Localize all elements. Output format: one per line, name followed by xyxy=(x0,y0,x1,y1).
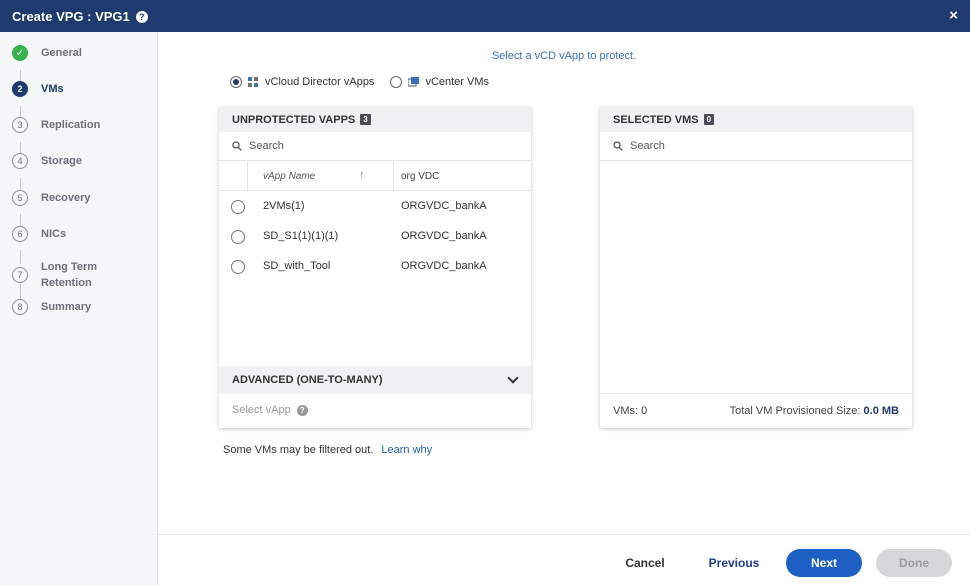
column-header-vapp-name[interactable]: vApp Name xyxy=(263,171,315,182)
sort-ascending-icon[interactable]: ↑ xyxy=(359,169,365,181)
count-badge: 3 xyxy=(360,114,371,125)
step-label: Replication xyxy=(41,119,101,131)
previous-button[interactable]: Previous xyxy=(698,549,770,577)
title-bar: Create VPG : VPG1? × xyxy=(0,0,970,32)
step-label: Summary xyxy=(41,301,92,313)
vapp-icon xyxy=(248,76,258,87)
source-type-radio-group: vCloud Director vApps vCenter VMs xyxy=(230,76,505,88)
filter-note-text: Some VMs may be filtered out. xyxy=(223,444,374,456)
vapp-name-cell: SD_S1(1)(1)(1) xyxy=(263,230,339,242)
step-nics[interactable]: 6 NICs xyxy=(12,224,66,244)
cancel-button[interactable]: Cancel xyxy=(610,549,680,577)
radio-button[interactable] xyxy=(230,76,242,88)
step-replication[interactable]: 3 Replication xyxy=(12,115,100,135)
step-general[interactable]: ✓ General xyxy=(12,43,82,63)
step-recovery[interactable]: 5 Recovery xyxy=(12,188,91,208)
close-icon[interactable]: × xyxy=(949,7,958,24)
step-number: 7 xyxy=(12,267,28,283)
radio-button[interactable] xyxy=(390,76,403,88)
next-button[interactable]: Next xyxy=(786,549,862,577)
panel-header: SELECTED VMS 0 xyxy=(600,107,912,132)
step-number: 6 xyxy=(12,226,28,242)
step-summary[interactable]: 8 Summary xyxy=(12,297,91,317)
instruction-text: Select a vCD vApp to protect. xyxy=(491,50,637,62)
step-number: 5 xyxy=(12,190,28,206)
column-header-org-vdc[interactable]: org VDC xyxy=(401,171,439,182)
help-icon[interactable]: ? xyxy=(296,404,308,416)
provisioned-size-label: Total VM Provisioned Size: xyxy=(729,404,861,417)
table-header: vApp Name ↑ org VDC xyxy=(219,161,531,191)
radio-vcloud-vapps[interactable]: vCloud Director vApps xyxy=(230,76,374,88)
column-divider xyxy=(393,161,394,190)
table-row[interactable]: SD_S1(1)(1)(1) ORGVDC_bankA xyxy=(219,221,531,251)
step-vms[interactable]: 2 VMs xyxy=(12,79,64,99)
vapp-name-cell: 2VMs(1) xyxy=(263,200,305,212)
selected-vms-summary: VMs: 0 Total VM Provisioned Size: 0.0 MB xyxy=(600,393,912,427)
column-divider xyxy=(247,161,248,190)
selected-vms-panel: SELECTED VMS 0 Search VMs: 0 Total VM Pr… xyxy=(600,107,912,428)
dialog-title: Create VPG : VPG1? xyxy=(12,9,148,24)
search-icon xyxy=(613,141,623,151)
row-radio[interactable] xyxy=(231,260,245,274)
step-label: NICs xyxy=(41,228,67,240)
search-placeholder: Search xyxy=(249,140,284,152)
step-label-line1: Long Term xyxy=(41,261,98,273)
step-storage[interactable]: 4 Storage xyxy=(12,151,82,171)
step-label: Recovery xyxy=(41,192,91,204)
row-radio[interactable] xyxy=(231,200,245,214)
learn-why-link[interactable]: Learn why xyxy=(381,444,432,456)
search-icon xyxy=(232,141,242,151)
org-vdc-cell: ORGVDC_bankA xyxy=(401,260,487,272)
dialog-title-text: Create VPG : VPG1 xyxy=(12,9,130,24)
step-number: 2 xyxy=(12,81,28,97)
step-label-line2: Retention xyxy=(41,277,92,289)
vm-search-input[interactable]: Search xyxy=(600,132,912,161)
unprotected-vapps-panel: UNPROTECTED VAPPS 3 Search vApp Name ↑ o… xyxy=(219,107,531,428)
panel-title: UNPROTECTED VAPPS xyxy=(232,113,356,126)
org-vdc-cell: ORGVDC_bankA xyxy=(401,230,487,242)
provisioned-size-value: 0.0 MB xyxy=(863,404,899,417)
count-badge: 0 xyxy=(703,114,715,125)
step-long-term-retention[interactable]: 7 Long Term Retention xyxy=(12,261,97,289)
step-label: VMs xyxy=(41,83,64,95)
step-label: Storage xyxy=(41,155,82,167)
radio-label: vCloud Director vApps xyxy=(265,76,375,88)
radio-vcenter-vms[interactable]: vCenter VMs xyxy=(390,76,489,88)
help-icon[interactable]: ? xyxy=(135,11,148,23)
wizard-sidebar: ✓ General 2 VMs 3 Replication 4 Storage … xyxy=(0,32,158,585)
advanced-label: ADVANCED (ONE-TO-MANY) xyxy=(232,374,383,386)
table-row[interactable]: 2VMs(1) ORGVDC_bankA xyxy=(219,191,531,221)
advanced-one-to-many-toggle[interactable]: ADVANCED (ONE-TO-MANY) xyxy=(219,366,531,394)
row-radio[interactable] xyxy=(231,230,245,244)
step-label: General xyxy=(41,47,82,59)
vm-count: VMs: 0 xyxy=(613,404,648,417)
select-vapp-placeholder: Select vApp xyxy=(232,404,291,416)
radio-label: vCenter VMs xyxy=(425,76,490,88)
provisioned-size: Total VM Provisioned Size: 0.0 MB xyxy=(730,405,899,417)
panel-title: SELECTED VMS xyxy=(613,113,699,126)
check-icon: ✓ xyxy=(12,45,28,61)
table-row[interactable]: SD_with_Tool ORGVDC_bankA xyxy=(219,251,531,281)
panel-header: UNPROTECTED VAPPS 3 xyxy=(219,107,531,132)
filter-note: Some VMs may be filtered out. Learn why xyxy=(223,444,432,456)
org-vdc-cell: ORGVDC_bankA xyxy=(401,200,487,212)
step-label: Long Term Retention xyxy=(41,259,97,291)
vm-icon xyxy=(408,76,420,87)
chevron-down-icon xyxy=(507,372,519,384)
step-number: 3 xyxy=(12,117,28,133)
wizard-footer: Cancel Previous Next Done xyxy=(158,534,970,585)
vapp-name-cell: SD_with_Tool xyxy=(263,260,331,272)
select-vapp-field[interactable]: Select vApp ? xyxy=(232,404,308,416)
search-placeholder: Search xyxy=(630,140,665,152)
step-number: 4 xyxy=(12,153,28,169)
vapp-search-input[interactable]: Search xyxy=(219,132,531,161)
done-button[interactable]: Done xyxy=(876,549,952,577)
step-number: 8 xyxy=(12,299,28,315)
